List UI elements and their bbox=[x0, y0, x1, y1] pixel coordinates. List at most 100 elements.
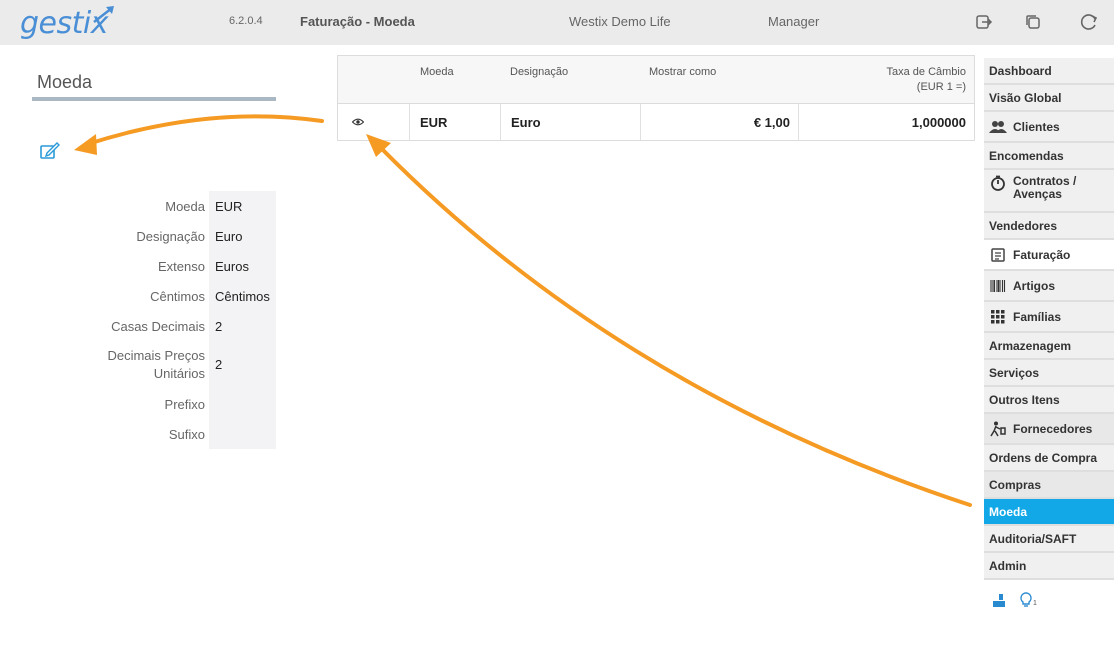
users-icon bbox=[989, 120, 1007, 134]
lightbulb-icon[interactable] bbox=[1020, 592, 1032, 608]
sidebar-item-label: Outros Itens bbox=[989, 392, 1060, 407]
stopwatch-icon bbox=[989, 175, 1007, 191]
grid-icon bbox=[989, 309, 1007, 324]
sidebar-item-label: Armazenagem bbox=[989, 338, 1072, 353]
sidebar-item-label: Clientes bbox=[1013, 119, 1060, 134]
sidebar-item-label: Vendedores bbox=[989, 218, 1058, 233]
detail-row-sufixo: Sufixo bbox=[0, 419, 276, 449]
edit-icon bbox=[40, 142, 60, 159]
sidebar-item-encomendas[interactable]: Encomendas bbox=[984, 143, 1114, 170]
sidebar-item-vendedores[interactable]: Vendedores bbox=[984, 213, 1114, 240]
cell-moeda: EUR bbox=[410, 104, 501, 140]
sidebar-item-fornecedores[interactable]: Fornecedores bbox=[984, 414, 1114, 445]
sidebar-item-label: Contratos / Avenças bbox=[1013, 174, 1077, 201]
table-row[interactable]: EUR Euro € 1,00 1,000000 bbox=[338, 104, 974, 140]
sidebar-item-admin[interactable]: Admin bbox=[984, 553, 1114, 580]
sidebar-item-artigos[interactable]: Artigos bbox=[984, 271, 1114, 302]
detail-row-moeda: Moeda EUR bbox=[0, 191, 276, 221]
detail-row-extenso: Extenso Euros bbox=[0, 251, 276, 281]
sidebar-item-ordens-compra[interactable]: Ordens de Compra bbox=[984, 445, 1114, 472]
detail-row-designacao: Designação Euro bbox=[0, 221, 276, 251]
sidebar-item-visao-global[interactable]: Visão Global bbox=[984, 85, 1114, 112]
barcode-icon bbox=[989, 279, 1007, 293]
sidebar-item-label: Compras bbox=[989, 477, 1042, 492]
col-header-moeda[interactable]: Moeda bbox=[420, 66, 454, 78]
detail-label: Cêntimos bbox=[150, 289, 205, 304]
currency-details: Moeda EUR Designação Euro Extenso Euros … bbox=[0, 191, 276, 449]
sidebar-item-dashboard[interactable]: Dashboard bbox=[984, 58, 1114, 85]
eye-icon[interactable] bbox=[352, 118, 364, 126]
currency-table: Moeda Designação Mostrar como Taxa de Câ… bbox=[337, 55, 975, 141]
footer-icons: 1 bbox=[990, 592, 1070, 612]
detail-label: Casas Decimais bbox=[111, 319, 205, 334]
sidebar-item-label: Admin bbox=[989, 558, 1027, 573]
detail-label: Extenso bbox=[158, 259, 205, 274]
refresh-icon[interactable] bbox=[1077, 10, 1101, 34]
detail-row-casas-decimais: Casas Decimais 2 bbox=[0, 311, 276, 341]
detail-value: 2 bbox=[209, 341, 276, 389]
title-underline bbox=[32, 97, 276, 101]
detail-label: Decimais Preços Unitários bbox=[107, 348, 205, 381]
logout-icon[interactable] bbox=[972, 10, 996, 34]
logo-arrow-icon bbox=[93, 6, 114, 23]
detail-label: Prefixo bbox=[164, 397, 205, 412]
sidebar-nav: Dashboard Visão Global Clientes Encomend… bbox=[984, 58, 1114, 580]
gestix-logo[interactable]: gestix bbox=[20, 4, 120, 41]
sidebar-item-label: Serviços bbox=[989, 365, 1040, 380]
table-header: Moeda Designação Mostrar como Taxa de Câ… bbox=[338, 56, 974, 104]
sidebar-item-label: Faturação bbox=[1013, 247, 1071, 262]
top-bar: gestix 6.2.0.4 Faturação - Moeda Westix … bbox=[0, 0, 1114, 45]
window-icon[interactable] bbox=[1021, 10, 1045, 34]
sidebar-item-contratos[interactable]: Contratos / Avenças bbox=[984, 170, 1114, 213]
panel-title: Moeda bbox=[37, 72, 93, 92]
pos-terminal-icon[interactable] bbox=[992, 592, 1006, 608]
arrow-to-edit bbox=[86, 114, 324, 146]
cell-designacao: Euro bbox=[501, 104, 641, 140]
sidebar-item-servicos[interactable]: Serviços bbox=[984, 360, 1114, 387]
invoice-icon bbox=[989, 247, 1007, 262]
user-role[interactable]: Manager bbox=[768, 14, 819, 29]
module-title: Faturação - Moeda bbox=[300, 14, 415, 29]
taxa-line1: Taxa de Câmbio bbox=[886, 66, 967, 78]
sidebar-item-familias[interactable]: Famílias bbox=[984, 302, 1114, 333]
app-version: 6.2.0.4 bbox=[229, 15, 263, 27]
detail-value: Cêntimos bbox=[209, 281, 276, 311]
sidebar-item-faturacao[interactable]: Faturação bbox=[984, 240, 1114, 271]
detail-label: Sufixo bbox=[168, 427, 205, 442]
arrow-to-row bbox=[378, 145, 972, 507]
detail-row-decimais-precos: Decimais Preços Unitários 2 bbox=[0, 341, 276, 389]
col-header-designacao[interactable]: Designação bbox=[510, 66, 568, 78]
sidebar-item-compras[interactable]: Compras bbox=[984, 472, 1114, 499]
arrow-to-edit-head bbox=[74, 134, 97, 155]
sidebar-item-outros-itens[interactable]: Outros Itens bbox=[984, 387, 1114, 414]
cell-taxa: 1,000000 bbox=[911, 115, 966, 130]
sidebar-item-label: Moeda bbox=[989, 504, 1028, 519]
edit-button[interactable] bbox=[39, 141, 61, 161]
col-header-mostrar[interactable]: Mostrar como bbox=[649, 66, 716, 78]
detail-row-centimos: Cêntimos Cêntimos bbox=[0, 281, 276, 311]
detail-value: EUR bbox=[209, 191, 276, 221]
detail-value bbox=[209, 389, 276, 419]
taxa-line2: (EUR 1 =) bbox=[916, 81, 966, 93]
sidebar-item-label: Dashboard bbox=[989, 63, 1052, 78]
detail-label: Designação bbox=[136, 229, 205, 244]
sidebar-item-label: Ordens de Compra bbox=[989, 450, 1098, 465]
company-name[interactable]: Westix Demo Life bbox=[569, 14, 671, 29]
sidebar-item-auditoria-saft[interactable]: Auditoria/SAFT bbox=[984, 526, 1114, 553]
detail-value: 2 bbox=[209, 311, 276, 341]
notification-count: 1 bbox=[1033, 600, 1037, 607]
sidebar-item-clientes[interactable]: Clientes bbox=[984, 112, 1114, 143]
sidebar-item-moeda[interactable]: Moeda bbox=[984, 499, 1114, 526]
detail-label: Moeda bbox=[165, 199, 205, 214]
cell-mostrar: € 1,00 bbox=[641, 104, 799, 140]
row-view-cell bbox=[338, 104, 410, 140]
sidebar-item-label: Artigos bbox=[1013, 278, 1055, 293]
sidebar-item-label: Auditoria/SAFT bbox=[989, 531, 1077, 546]
sidebar-item-label: Encomendas bbox=[989, 148, 1064, 163]
detail-value: Euros bbox=[209, 251, 276, 281]
sidebar-item-label: Famílias bbox=[1013, 309, 1062, 324]
sidebar-item-armazenagem[interactable]: Armazenagem bbox=[984, 333, 1114, 360]
col-header-taxa[interactable]: Taxa de Câmbio (EUR 1 =) bbox=[887, 66, 967, 93]
sidebar-item-label: Visão Global bbox=[989, 90, 1062, 105]
detail-value bbox=[209, 419, 276, 449]
